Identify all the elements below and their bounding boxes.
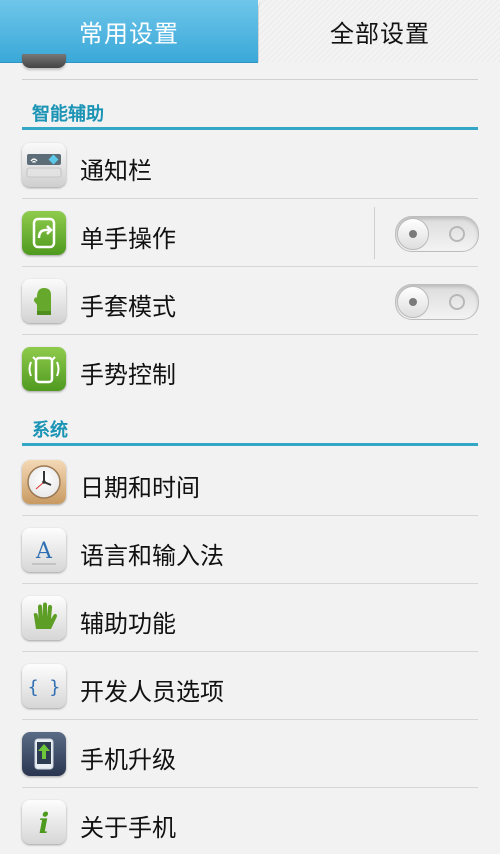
- list-item-label: 单手操作: [80, 225, 176, 253]
- toggle-off-indicator: [449, 226, 465, 242]
- toggle-off-indicator: [449, 294, 465, 310]
- tab-all-settings[interactable]: 全部设置: [258, 0, 500, 62]
- list-item-label: 语言和输入法: [80, 542, 224, 570]
- list-item-label: 手机升级: [80, 746, 176, 774]
- developer-braces-icon: { }: [22, 664, 66, 708]
- section-rule: [22, 443, 478, 446]
- section-header-smart-assist: 智能辅助: [22, 96, 478, 130]
- gesture-icon: [22, 347, 66, 391]
- one-hand-toggle[interactable]: [395, 216, 479, 252]
- list-item-label: 手势控制: [80, 361, 176, 389]
- list-item-label: 通知栏: [80, 157, 152, 185]
- list-item-about-phone[interactable]: i 关于手机: [22, 788, 478, 854]
- toggle-knob: [397, 218, 429, 250]
- notification-bar-icon: [22, 143, 66, 187]
- list-item-label: 关于手机: [80, 814, 176, 842]
- list-item-glove-mode[interactable]: 手套模式: [22, 267, 479, 335]
- list-item-label: 辅助功能: [80, 610, 176, 638]
- phone-upgrade-icon: [22, 732, 66, 776]
- info-icon: i: [22, 800, 66, 844]
- list-item-one-hand-mode[interactable]: 单手操作: [22, 199, 479, 267]
- list-item-date-time[interactable]: 日期和时间: [22, 448, 478, 516]
- section-header-system: 系统: [22, 412, 478, 446]
- toggle-knob: [397, 286, 429, 318]
- section-title: 系统: [32, 420, 68, 441]
- list-item-accessibility[interactable]: 辅助功能: [22, 584, 478, 652]
- settings-screen: 常用设置 全部设置 智能辅助 通知栏 单手操作 手套模式 手势控制 系统 日期和…: [0, 0, 500, 854]
- list-item-gesture-control[interactable]: 手势控制: [22, 335, 478, 403]
- list-item-notification-bar[interactable]: 通知栏: [22, 131, 478, 199]
- developer-icon-text: { }: [28, 677, 61, 698]
- language-icon: A: [22, 528, 66, 572]
- list-item-developer-options[interactable]: { } 开发人员选项: [22, 652, 478, 720]
- info-icon-letter: i: [39, 807, 50, 840]
- glove-mode-toggle[interactable]: [395, 284, 479, 320]
- list-item-label: 日期和时间: [80, 474, 200, 502]
- clock-icon: [22, 460, 66, 504]
- settings-tabs: 常用设置 全部设置: [0, 0, 500, 63]
- one-hand-icon: [22, 211, 66, 255]
- section-title: 智能辅助: [32, 104, 104, 125]
- scrolled-item-icon: [22, 54, 66, 68]
- toggle-separator: [374, 207, 375, 259]
- list-divider: [22, 79, 478, 80]
- section-rule: [22, 127, 478, 130]
- glove-icon: [22, 279, 66, 323]
- list-item-label: 手套模式: [80, 293, 176, 321]
- hand-icon: [22, 596, 66, 640]
- list-item-label: 开发人员选项: [80, 678, 224, 706]
- language-icon-letter: A: [35, 539, 53, 564]
- list-item-language-input[interactable]: A 语言和输入法: [22, 516, 478, 584]
- list-item-phone-upgrade[interactable]: 手机升级: [22, 720, 478, 788]
